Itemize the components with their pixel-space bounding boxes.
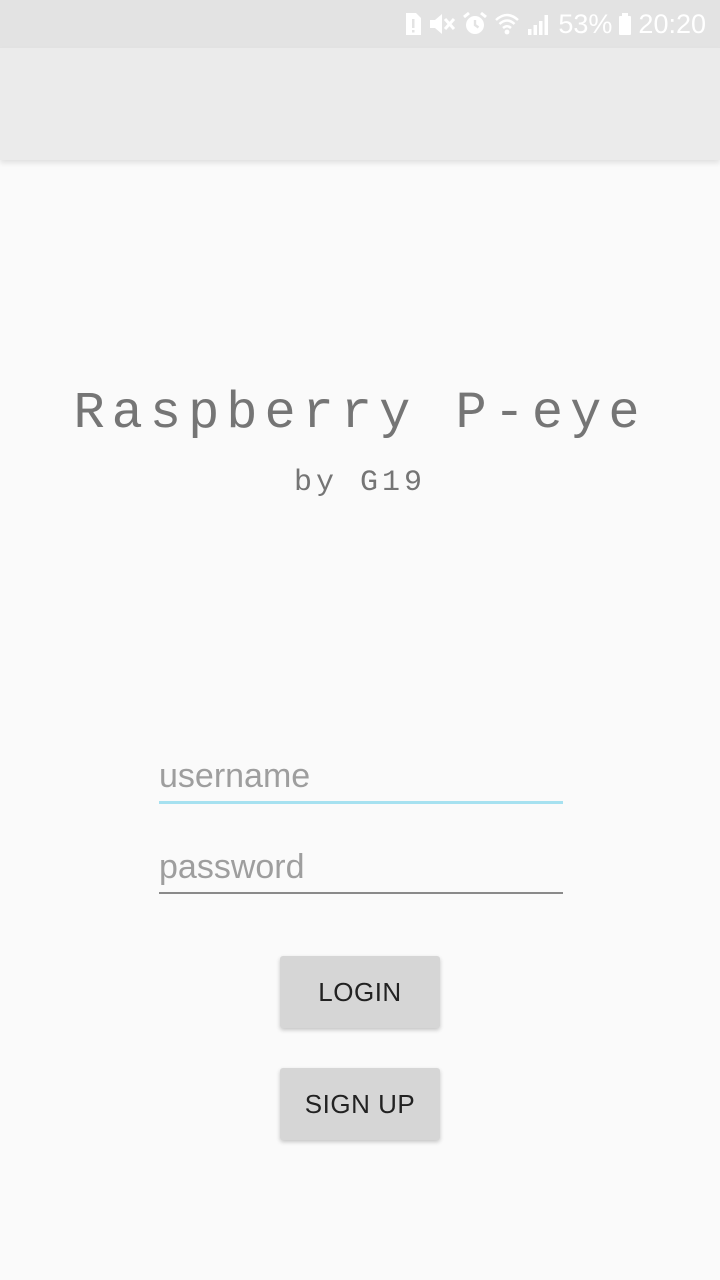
sim-alert-icon	[404, 0, 422, 48]
alarm-icon	[462, 0, 488, 48]
signup-button[interactable]: SIGN UP	[280, 1068, 440, 1140]
app-title: Raspberry P-eye	[73, 384, 647, 443]
login-button[interactable]: LOGIN	[280, 956, 440, 1028]
username-input[interactable]	[159, 756, 563, 804]
status-time: 20:20	[638, 8, 706, 39]
mute-icon	[428, 0, 456, 48]
app-bar	[0, 48, 720, 160]
login-screen: 53% 20:20 Raspberry P-eye by G19 LOGIN S…	[0, 0, 720, 1280]
wifi-icon	[494, 0, 520, 48]
app-subtitle: by G19	[293, 466, 427, 500]
status-bar: 53% 20:20	[0, 0, 720, 48]
battery-percent: 53%	[558, 8, 613, 39]
battery-icon	[618, 0, 632, 48]
signal-icon	[526, 0, 552, 48]
password-input[interactable]	[159, 846, 563, 894]
